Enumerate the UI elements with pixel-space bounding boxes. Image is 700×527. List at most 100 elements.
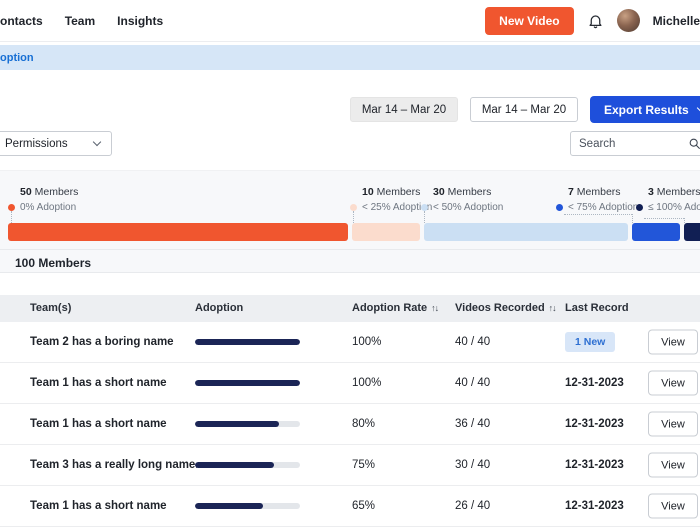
legend-connector	[564, 214, 632, 215]
legend-unit: Members	[448, 186, 492, 198]
top-nav: ontacts Team Insights New Video Michelle	[0, 0, 700, 42]
adoption-progress-fill	[195, 503, 263, 509]
view-button[interactable]: View	[648, 412, 698, 437]
adoption-progress-bar	[195, 503, 300, 509]
adoption-rate-value: 75%	[352, 459, 375, 471]
legend-label: < 50% Adoption	[433, 202, 503, 213]
adoption-progress-fill	[195, 380, 300, 386]
bar-segment-50pct	[424, 223, 628, 241]
team-name: Team 3 has a really long name...	[30, 459, 205, 471]
new-video-button[interactable]: New Video	[485, 7, 573, 35]
adoption-progress-bar	[195, 339, 300, 345]
search-input[interactable]	[579, 138, 688, 150]
videos-recorded-value: 26 / 40	[455, 500, 490, 512]
notification-bell-icon[interactable]	[587, 12, 604, 30]
last-record-date: 12-31-2023	[565, 500, 624, 512]
adoption-progress-bar	[195, 462, 300, 468]
legend-dot	[350, 204, 357, 211]
col-videos-recorded[interactable]: Videos Recorded↑↓	[455, 295, 556, 322]
videos-recorded-value: 40 / 40	[455, 377, 490, 389]
table-row: Team 1 has a short name 100% 40 / 40 12-…	[0, 363, 700, 404]
search-box	[570, 131, 700, 156]
nav-item-insights[interactable]: Insights	[117, 14, 163, 28]
legend-dot	[556, 204, 563, 211]
col-teams: Team(s)	[30, 295, 71, 322]
export-results-label: Export Results	[604, 103, 689, 117]
nav-right: New Video Michelle	[485, 7, 700, 35]
legend-dot	[636, 204, 643, 211]
table-row: Team 1 has a short name 65% 26 / 40 12-3…	[0, 486, 700, 527]
legend-unit: Members	[657, 186, 700, 198]
adoption-rate-value: 100%	[352, 377, 381, 389]
legend-item-75pct: 7 Members < 75% Adoption	[556, 186, 638, 213]
videos-recorded-value: 36 / 40	[455, 418, 490, 430]
legend-connector	[353, 211, 354, 223]
legend-connector	[424, 211, 425, 223]
adoption-rate-value: 100%	[352, 336, 381, 348]
date-range-button-secondary[interactable]: Mar 14 – Mar 20	[470, 97, 578, 122]
legend-unit: Members	[35, 186, 79, 198]
adoption-rate-value: 65%	[352, 500, 375, 512]
bar-segment-0pct	[8, 223, 348, 241]
export-results-button[interactable]: Export Results	[590, 96, 700, 123]
legend-item-100pct: 3 Members ≤ 100% Adoption	[636, 186, 700, 213]
last-record-date: 12-31-2023	[565, 377, 624, 389]
legend-count: 3	[648, 186, 654, 198]
legend-connector	[644, 218, 684, 219]
legend-label: 0% Adoption	[20, 202, 76, 213]
tab-bar: option	[0, 45, 700, 70]
team-name: Team 2 has a boring name	[30, 336, 174, 348]
tab-adoption[interactable]: option	[0, 52, 34, 64]
legend-item-50pct: 30 Members < 50% Adoption	[421, 186, 503, 213]
legend-item-0pct: 50 Members 0% Adoption	[8, 186, 78, 213]
permissions-select-label: Permissions	[5, 138, 68, 150]
avatar[interactable]	[617, 9, 640, 32]
col-adoption: Adoption	[195, 295, 243, 322]
col-adoption-rate[interactable]: Adoption Rate↑↓	[352, 295, 438, 322]
legend-count: 50	[20, 186, 32, 198]
team-name: Team 1 has a short name	[30, 418, 167, 430]
col-last-record: Last Record	[565, 295, 629, 322]
main-nav: ontacts Team Insights	[0, 14, 163, 28]
new-record-badge[interactable]: 1 New	[565, 332, 615, 352]
adoption-progress-bar	[195, 421, 300, 427]
adoption-distribution-chart: 50 Members 0% Adoption 10 Members < 25% …	[0, 170, 700, 273]
date-range-button-primary[interactable]: Mar 14 – Mar 20	[350, 97, 458, 122]
last-record-date: 12-31-2023	[565, 418, 624, 430]
table-header: Team(s) Adoption Adoption Rate↑↓ Videos …	[0, 295, 700, 322]
bar-segment-25pct	[352, 223, 420, 241]
permissions-select[interactable]: Permissions	[0, 131, 112, 156]
sort-icon: ↑↓	[549, 303, 556, 313]
table-row: Team 2 has a boring name 100% 40 / 40 1 …	[0, 322, 700, 363]
teams-table: Team(s) Adoption Adoption Rate↑↓ Videos …	[0, 295, 700, 527]
view-button[interactable]: View	[648, 330, 698, 355]
legend-dot	[8, 204, 15, 211]
user-name[interactable]: Michelle	[653, 14, 700, 28]
legend-connector	[632, 214, 633, 223]
view-button[interactable]: View	[648, 371, 698, 396]
divider	[0, 249, 700, 250]
adoption-progress-fill	[195, 462, 274, 468]
total-members-label: 100 Members	[15, 256, 91, 270]
view-button[interactable]: View	[648, 494, 698, 519]
table-row: Team 1 has a short name 80% 36 / 40 12-3…	[0, 404, 700, 445]
legend-dot	[421, 204, 428, 211]
table-row: Team 3 has a really long name... 75% 30 …	[0, 445, 700, 486]
search-icon	[688, 137, 700, 150]
legend-unit: Members	[377, 186, 421, 198]
nav-item-team[interactable]: Team	[65, 14, 95, 28]
bar-segment-75pct	[632, 223, 680, 241]
chevron-down-icon	[93, 138, 101, 146]
legend-label: < 75% Adoption	[568, 202, 638, 213]
adoption-progress-bar	[195, 380, 300, 386]
legend-connector	[11, 211, 12, 223]
sort-icon: ↑↓	[431, 303, 438, 313]
legend-label: ≤ 100% Adoption	[648, 202, 700, 213]
legend-count: 7	[568, 186, 574, 198]
adoption-progress-fill	[195, 339, 300, 345]
view-button[interactable]: View	[648, 453, 698, 478]
team-name: Team 1 has a short name	[30, 500, 167, 512]
bar-segment-100pct	[684, 223, 700, 241]
legend-item-25pct: 10 Members < 25% Adoption	[350, 186, 432, 213]
nav-item-contacts[interactable]: ontacts	[0, 14, 43, 28]
